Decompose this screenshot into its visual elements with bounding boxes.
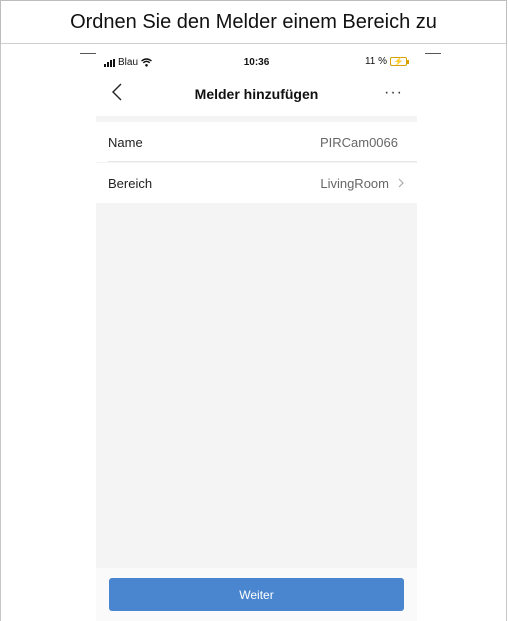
crop-mark-right <box>425 53 441 54</box>
chevron-right-icon <box>398 178 404 188</box>
row-divider <box>108 161 417 162</box>
status-right: 11 % ⚡ <box>364 56 409 67</box>
area-value: LivingRoom <box>320 176 389 191</box>
next-button[interactable]: Weiter <box>109 578 404 611</box>
crop-mark-left <box>80 53 96 54</box>
nav-title: Melder hinzufügen <box>194 86 319 102</box>
battery-charging-icon: ⚡ <box>390 57 409 66</box>
bottom-action-bar: Weiter <box>96 568 417 621</box>
frame-right-border <box>506 44 507 621</box>
name-label: Name <box>108 135 143 150</box>
area-row[interactable]: Bereich LivingRoom <box>96 163 417 203</box>
battery-percent: 11 % <box>364 56 387 67</box>
page-title: Ordnen Sie den Melder einem Bereich zu <box>0 0 507 44</box>
phone-screen: Blau 10:36 11 % ⚡ Melder hinzufügen ··· … <box>96 50 417 621</box>
document-frame: Ordnen Sie den Melder einem Bereich zu B… <box>0 0 508 621</box>
frame-left-border <box>0 44 1 621</box>
name-row: Name PIRCam0066 <box>96 122 417 162</box>
area-label: Bereich <box>108 176 153 191</box>
status-bar: Blau 10:36 11 % ⚡ <box>96 50 417 72</box>
name-value: PIRCam0066 <box>319 135 398 150</box>
navigation-bar: Melder hinzufügen ··· <box>96 72 417 116</box>
more-options-icon[interactable]: ··· <box>384 84 403 102</box>
